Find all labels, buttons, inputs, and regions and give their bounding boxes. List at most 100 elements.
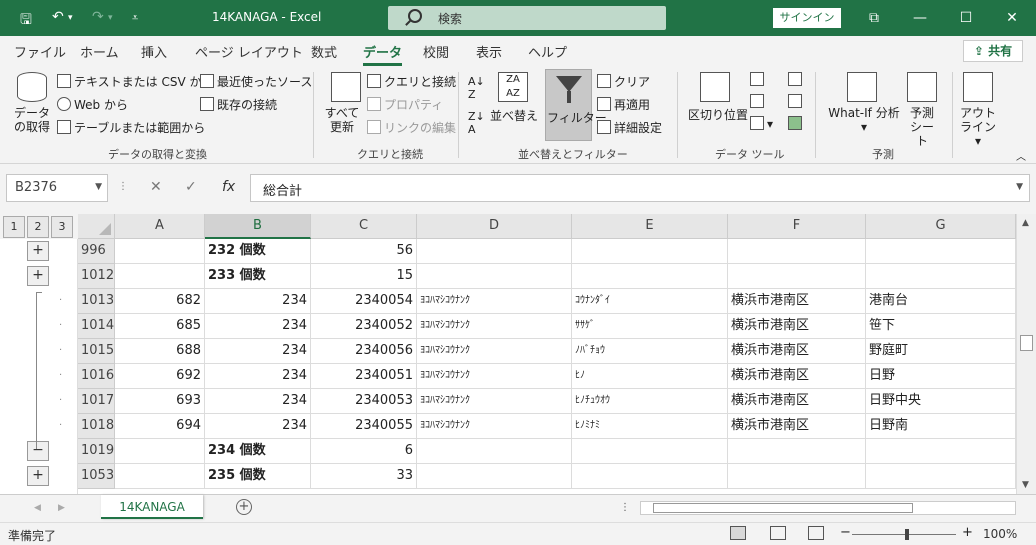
whatif-button[interactable]: What-If 分析 ▾ (825, 106, 903, 134)
column-header-f[interactable]: F (728, 214, 866, 239)
cell-e[interactable]: ﾋﾉﾐﾅﾐ (572, 414, 728, 439)
column-header-d[interactable]: D (417, 214, 572, 239)
name-box[interactable]: B2376 ▼ (6, 174, 108, 202)
cell-f[interactable]: 横浜市港南区 (728, 389, 866, 414)
cell-e[interactable] (572, 239, 728, 264)
outline-level-1-button[interactable]: 1 (3, 216, 25, 238)
cell-a[interactable] (115, 239, 205, 264)
cell-b[interactable]: 235 個数 (205, 464, 311, 489)
cell-f[interactable]: 横浜市港南区 (728, 339, 866, 364)
forecast-sheet-button[interactable]: 予測シート (907, 106, 937, 148)
cancel-icon[interactable]: ✕ (150, 179, 162, 195)
tab-page-layout[interactable]: ページ レイアウト (195, 42, 303, 61)
cell-e[interactable]: ｺｳﾅﾝﾀﾞｲ (572, 289, 728, 314)
existing-connections-button[interactable]: 既存の接続 (200, 96, 277, 113)
cell-a[interactable] (115, 439, 205, 464)
cell-e[interactable]: ﾉﾊﾞﾁｮｳ (572, 339, 728, 364)
cell-g[interactable] (866, 439, 1016, 464)
table-range-button[interactable]: テーブルまたは範囲から (57, 119, 205, 136)
relationships-icon[interactable] (788, 94, 805, 109)
zoom-slider-knob[interactable] (905, 529, 909, 540)
zoom-out-icon[interactable]: − (840, 525, 851, 540)
page-break-view-icon[interactable] (808, 526, 824, 540)
cell-a[interactable] (115, 464, 205, 489)
refresh-all-button[interactable]: すべて更新 (324, 106, 360, 134)
tab-view[interactable]: 表示 (476, 42, 502, 61)
cell-d[interactable] (417, 439, 572, 464)
tab-insert[interactable]: 挿入 (141, 42, 167, 61)
normal-view-icon[interactable] (730, 526, 746, 540)
cell-d[interactable] (417, 264, 572, 289)
cell-a[interactable]: 692 (115, 364, 205, 389)
cell-d[interactable]: ﾖｺﾊﾏｼｺｳﾅﾝｸ (417, 289, 572, 314)
cell-g[interactable]: 日野 (866, 364, 1016, 389)
sort-button[interactable]: 並べ替え (490, 107, 538, 124)
sort-desc-icon[interactable]: Z↓ A (468, 110, 485, 136)
cell-a[interactable]: 693 (115, 389, 205, 414)
row-header[interactable]: 1053 (78, 464, 115, 489)
vertical-scroll-thumb[interactable] (1020, 335, 1033, 351)
cell-b[interactable]: 234 (205, 339, 311, 364)
advanced-button[interactable]: 詳細設定 (597, 119, 662, 136)
tab-formulas[interactable]: 数式 (311, 42, 337, 61)
cell-c[interactable]: 2340053 (311, 389, 417, 414)
row-header[interactable]: 996 (78, 239, 115, 264)
tab-home[interactable]: ホーム (80, 42, 119, 61)
cell-g[interactable]: 日野中央 (866, 389, 1016, 414)
save-icon[interactable]: 🖫 (20, 9, 32, 33)
cell-d[interactable]: ﾖｺﾊﾏｼｺｳﾅﾝｸ (417, 364, 572, 389)
cell-g[interactable] (866, 464, 1016, 489)
outline-expand-button[interactable]: + (27, 466, 49, 486)
consolidate-icon[interactable] (788, 72, 805, 87)
zoom-in-icon[interactable]: + (962, 525, 973, 540)
cell-f[interactable] (728, 264, 866, 289)
cell-b[interactable]: 233 個数 (205, 264, 311, 289)
row-header[interactable]: 1017 (78, 389, 115, 414)
cell-d[interactable]: ﾖｺﾊﾏｼｺｳﾅﾝｸ (417, 414, 572, 439)
cell-c[interactable]: 2340051 (311, 364, 417, 389)
tab-data[interactable]: データ (363, 42, 403, 66)
insert-function-icon[interactable]: fx (222, 179, 235, 195)
horizontal-scrollbar[interactable] (640, 501, 1016, 515)
cell-d[interactable] (417, 239, 572, 264)
outline-level-2-button[interactable]: 2 (27, 216, 49, 238)
column-header-g[interactable]: G (866, 214, 1016, 239)
tab-help[interactable]: ヘルプ (528, 42, 567, 61)
cell-a[interactable]: 694 (115, 414, 205, 439)
cell-f[interactable]: 横浜市港南区 (728, 414, 866, 439)
outline-button[interactable]: アウトライン ▾ (958, 106, 998, 148)
vertical-scrollbar[interactable]: ▲ ▼ (1016, 214, 1036, 494)
share-button[interactable]: ⇪ 共有 (963, 40, 1023, 62)
row-header[interactable]: 1018 (78, 414, 115, 439)
cell-g[interactable]: 野庭町 (866, 339, 1016, 364)
cell-f[interactable] (728, 439, 866, 464)
search-box[interactable]: 検索 (388, 6, 666, 30)
cell-e[interactable]: ｻｻｹﾞ (572, 314, 728, 339)
column-header-a[interactable]: A (115, 214, 205, 239)
get-data-button[interactable]: データの取得 (10, 106, 54, 134)
cell-d[interactable]: ﾖｺﾊﾏｼｺｳﾅﾝｸ (417, 314, 572, 339)
row-header[interactable]: 1019 (78, 439, 115, 464)
maximize-icon[interactable]: ☐ (956, 8, 976, 28)
horizontal-scroll-thumb[interactable] (653, 503, 913, 513)
cell-c[interactable]: 56 (311, 239, 417, 264)
cell-f[interactable]: 横浜市港南区 (728, 364, 866, 389)
row-header[interactable]: 1013 (78, 289, 115, 314)
flash-fill-icon[interactable] (750, 72, 767, 87)
signin-button[interactable]: サインイン (773, 8, 841, 28)
data-validation-icon[interactable]: ▾ (750, 116, 773, 131)
cell-b[interactable]: 232 個数 (205, 239, 311, 264)
cell-d[interactable]: ﾖｺﾊﾏｼｺｳﾅﾝｸ (417, 389, 572, 414)
row-header[interactable]: 1012 (78, 264, 115, 289)
formula-input[interactable]: 総合計 ▼ (250, 174, 1030, 202)
data-model-icon[interactable] (788, 116, 805, 131)
select-all-corner[interactable] (78, 214, 115, 239)
queries-connections-button[interactable]: クエリと接続 (367, 73, 456, 90)
row-header[interactable]: 1014 (78, 314, 115, 339)
cell-f[interactable] (728, 464, 866, 489)
filter-button[interactable]: フィルター (545, 69, 607, 141)
cell-b[interactable]: 234 (205, 364, 311, 389)
scroll-up-icon[interactable]: ▲ (1022, 218, 1029, 228)
row-header[interactable]: 1016 (78, 364, 115, 389)
ribbon-display-icon[interactable]: ⧉ (864, 8, 884, 28)
